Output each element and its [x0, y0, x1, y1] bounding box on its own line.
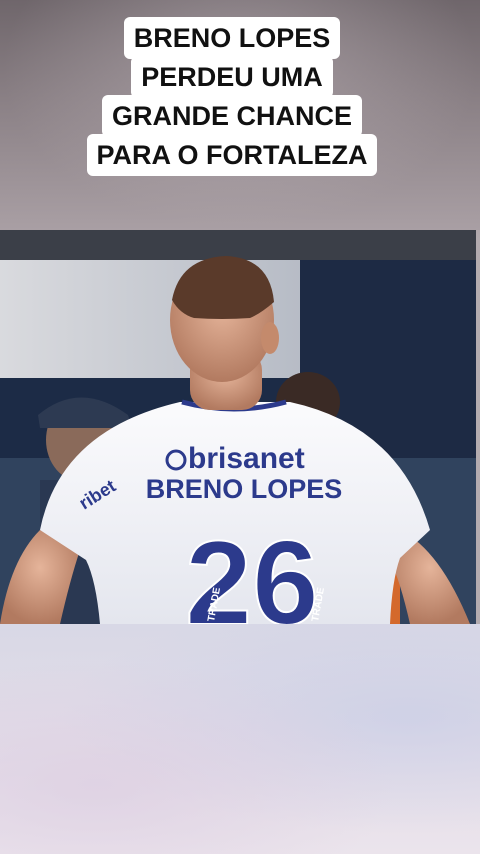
sponsor-text: brisanet: [188, 442, 305, 475]
player-name: BRENO LOPES: [146, 474, 343, 504]
ear: [261, 322, 279, 354]
caption-box: BRENO LOPES PERDEU UMA GRANDE CHANCE PAR…: [70, 17, 394, 176]
sponsor-logo: brisanet: [165, 442, 305, 475]
caption-line-2: PERDEU UMA: [131, 56, 333, 98]
video-frame: BRENO LOPES PERDEU UMA GRANDE CHANCE PAR…: [0, 0, 480, 854]
video-still: brisanet BRENO LOPES 26 ribet TRADE TRAD…: [0, 230, 476, 624]
caption-line-1: BRENO LOPES: [123, 17, 341, 59]
caption-line-4: PARA O FORTALEZA: [86, 134, 378, 176]
caption-line-3: GRANDE CHANCE: [101, 95, 362, 137]
jersey-number: 26: [185, 516, 318, 624]
bottom-blurred-band: [0, 624, 480, 854]
